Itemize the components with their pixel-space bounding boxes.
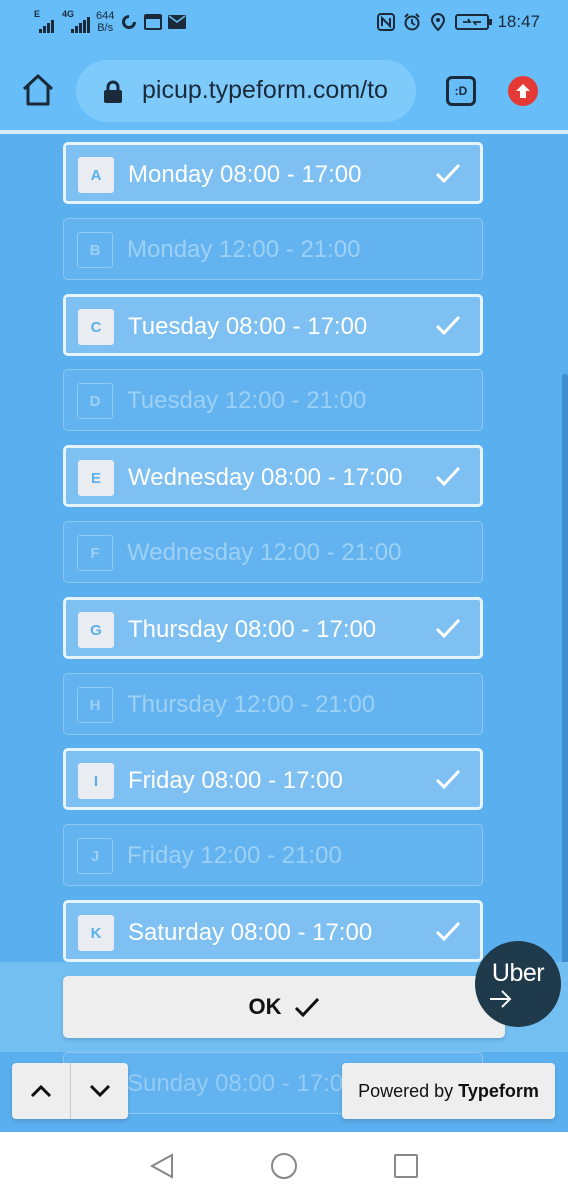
choice-key: B: [77, 232, 113, 268]
checkmark-icon: [435, 315, 461, 336]
checkmark-icon: [435, 921, 461, 942]
choice-option-h[interactable]: H Thursday 12:00 - 21:00: [63, 673, 483, 735]
choice-option-f[interactable]: F Wednesday 12:00 - 21:00: [63, 521, 483, 583]
recents-button[interactable]: [392, 1152, 420, 1180]
sync-icon: [120, 13, 138, 31]
uber-label: Uber: [491, 959, 545, 987]
back-triangle-icon: [149, 1153, 173, 1179]
speed-unit: B/s: [97, 22, 114, 34]
choice-label: Monday 12:00 - 21:00: [127, 236, 361, 263]
home-icon: [22, 74, 54, 106]
next-question-button[interactable]: [70, 1063, 128, 1119]
choice-option-d[interactable]: D Tuesday 12:00 - 21:00: [63, 369, 483, 431]
browser-toolbar: picup.typeform.com/to :D: [0, 46, 568, 134]
choice-label: Tuesday 08:00 - 17:00: [128, 313, 368, 340]
choice-option-c[interactable]: C Tuesday 08:00 - 17:00: [63, 294, 483, 356]
ok-label: OK: [248, 994, 282, 1019]
choice-key: J: [77, 838, 113, 874]
powered-by-prefix: Powered by: [358, 1080, 454, 1101]
choice-option-a[interactable]: A Monday 08:00 - 17:00: [63, 142, 483, 204]
ok-button[interactable]: OK: [63, 976, 505, 1038]
checkmark-icon: [435, 163, 461, 184]
chevron-down-icon: [89, 1084, 110, 1098]
choice-key: H: [77, 687, 113, 723]
signal-icon: E: [34, 9, 56, 33]
tab-switcher-icon: :D: [454, 84, 468, 98]
home-button[interactable]: [20, 72, 56, 108]
choice-option-b[interactable]: B Monday 12:00 - 21:00: [63, 218, 483, 280]
url-bar[interactable]: picup.typeform.com/to: [76, 60, 416, 122]
status-left: E 4G 644 B/s: [34, 9, 187, 34]
location-icon: [429, 13, 447, 31]
signal-type-1: E: [34, 9, 41, 19]
home-nav-button[interactable]: [270, 1152, 298, 1180]
tab-switcher-button[interactable]: :D: [446, 76, 476, 106]
battery-charging-icon: [455, 14, 493, 30]
powered-by-typeform[interactable]: Powered by Typeform: [342, 1063, 555, 1119]
checkmark-icon: [294, 997, 319, 1018]
url-text: picup.typeform.com/to: [142, 76, 388, 104]
choice-label: Tuesday 12:00 - 21:00: [127, 387, 367, 414]
choice-option-i[interactable]: I Friday 08:00 - 17:00: [63, 748, 483, 810]
update-icon: [516, 84, 530, 98]
home-circle-icon: [271, 1153, 297, 1179]
choice-label: Thursday 12:00 - 21:00: [127, 691, 376, 718]
powered-by-brand: Typeform: [458, 1080, 539, 1101]
choice-key: D: [77, 383, 113, 419]
network-speed: 644 B/s: [96, 10, 114, 34]
choice-label: Monday 08:00 - 17:00: [128, 161, 362, 188]
alarm-icon: [403, 13, 421, 31]
back-button[interactable]: [148, 1152, 176, 1180]
choice-key: F: [77, 535, 113, 571]
question-nav: [12, 1063, 128, 1119]
chevron-up-icon: [30, 1084, 52, 1098]
choice-label: Wednesday 12:00 - 21:00: [127, 539, 402, 566]
recents-square-icon: [394, 1154, 418, 1178]
status-bar: E 4G 644 B/s 18:47: [0, 0, 568, 46]
calendar-icon: [144, 13, 163, 31]
speed-value: 644: [96, 10, 115, 22]
choice-option-g[interactable]: G Thursday 08:00 - 17:00: [63, 597, 483, 659]
previous-question-button[interactable]: [12, 1063, 70, 1119]
system-nav-bar: [0, 1132, 568, 1200]
choice-label: Saturday 08:00 - 17:00: [128, 919, 373, 946]
choice-option-e[interactable]: E Wednesday 08:00 - 17:00: [63, 445, 483, 507]
choice-key: I: [78, 763, 114, 799]
mail-icon: [168, 13, 187, 31]
choice-key: K: [78, 915, 114, 951]
checkmark-icon: [435, 466, 461, 487]
status-right: 18:47: [377, 12, 540, 32]
update-button[interactable]: [508, 76, 538, 106]
form-content: A Monday 08:00 - 17:00 B Monday 12:00 - 21:…: [0, 138, 568, 1132]
choice-option-j[interactable]: J Friday 12:00 - 21:00: [63, 824, 483, 886]
choice-key: C: [78, 309, 114, 345]
lock-icon: [104, 80, 122, 103]
nfc-icon: [377, 13, 396, 31]
choice-key: A: [78, 157, 114, 193]
checkmark-icon: [435, 618, 461, 639]
choice-label: Friday 08:00 - 17:00: [128, 767, 343, 794]
choice-key: G: [78, 612, 114, 648]
choice-option-k[interactable]: K Saturday 08:00 - 17:00: [63, 900, 483, 962]
choice-key: E: [78, 460, 114, 496]
checkmark-icon: [435, 769, 461, 790]
arrow-right-icon: [490, 990, 512, 1008]
choice-label: Friday 12:00 - 21:00: [127, 842, 342, 869]
choice-label: Sunday 08:00 - 17:0: [127, 1070, 344, 1097]
uber-badge[interactable]: Uber: [475, 941, 561, 1027]
choice-label: Wednesday 08:00 - 17:00: [128, 464, 403, 491]
signal-4g-icon: 4G: [62, 9, 90, 33]
clock-time: 18:47: [497, 12, 540, 31]
choice-label: Thursday 08:00 - 17:00: [128, 616, 377, 643]
